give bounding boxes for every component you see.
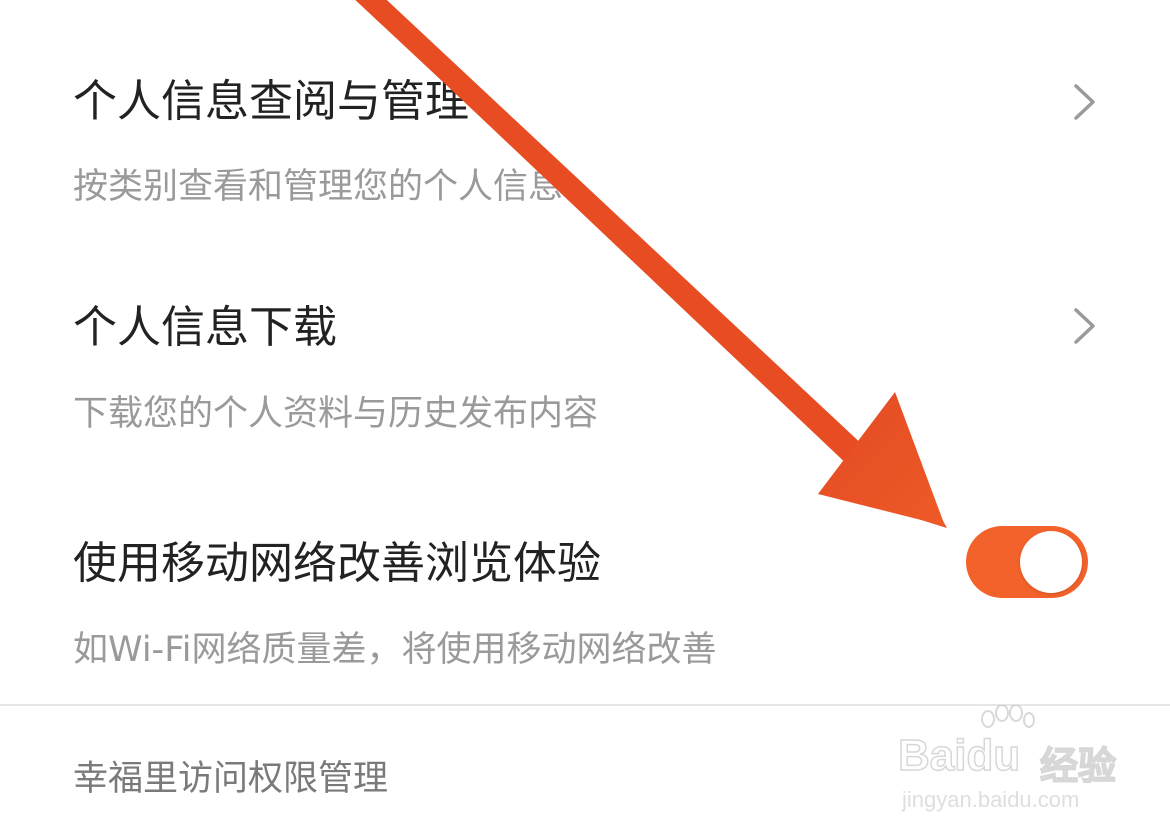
watermark-brand-cn: 经验 (1039, 743, 1117, 789)
section-label-access-permission[interactable]: 幸福里访问权限管理 (73, 757, 388, 801)
setting-title: 使用移动网络改善浏览体验 (73, 538, 601, 589)
watermark-url: jingyan.baidu.com (902, 787, 1080, 812)
setting-subtitle: 按类别查看和管理您的个人信息 (73, 167, 564, 207)
chevron-right-icon[interactable] (1066, 304, 1102, 348)
setting-title: 个人信息下载 (73, 302, 337, 353)
toggle-knob (1020, 531, 1082, 593)
setting-row-personal-info-download[interactable]: 个人信息下载 下载您的个人资料与历史发布内容 (0, 240, 1170, 470)
watermark-brand: Baidu (897, 730, 1021, 781)
setting-row-personal-info-manage[interactable]: 个人信息查阅与管理 按类别查看和管理您的个人信息 (0, 0, 1170, 240)
chevron-right-icon[interactable] (1066, 80, 1102, 124)
setting-subtitle: 下载您的个人资料与历史发布内容 (73, 394, 599, 434)
setting-subtitle: 如Wi-Fi网络质量差，将使用移动网络改善 (73, 630, 717, 670)
baidu-watermark: Baidu 经验 jingyan.baidu.com (890, 705, 1150, 825)
setting-title: 个人信息查阅与管理 (73, 76, 469, 127)
settings-screen: 个人信息查阅与管理 按类别查看和管理您的个人信息 个人信息下载 下载您的个人资料… (0, 0, 1170, 832)
mobile-network-toggle[interactable] (966, 526, 1088, 598)
